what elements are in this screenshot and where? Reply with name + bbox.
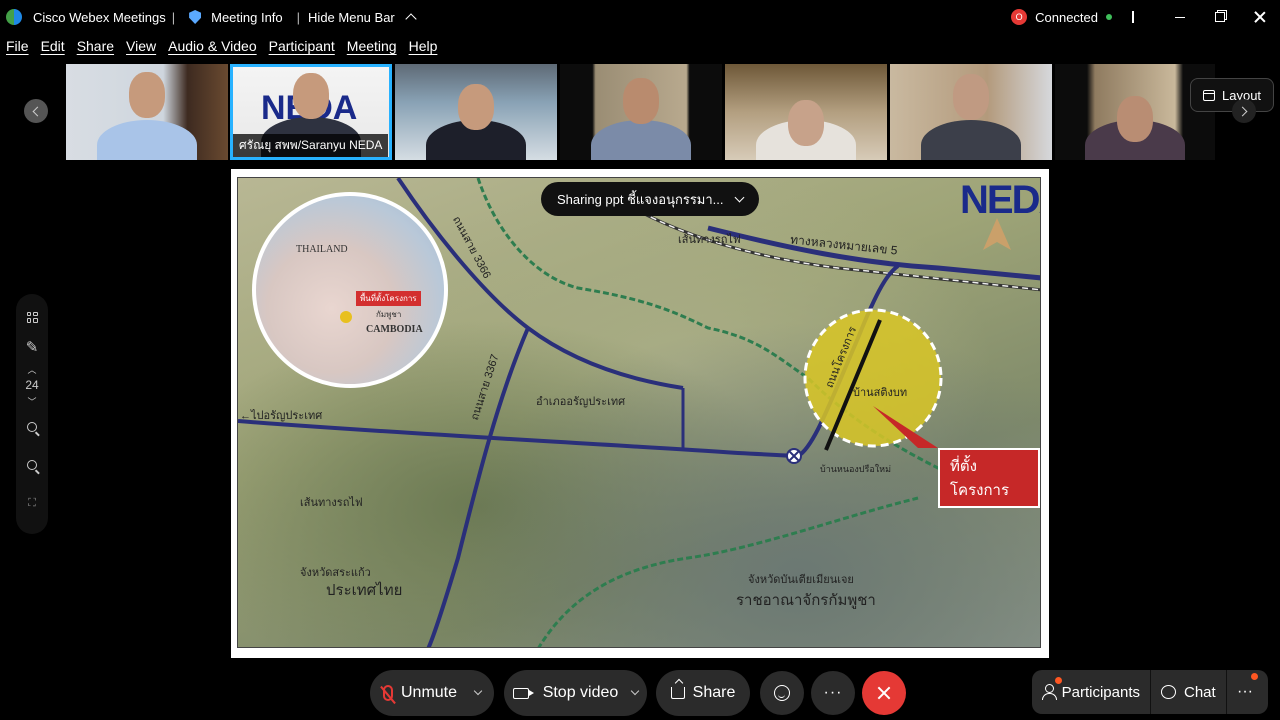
emoji-icon bbox=[774, 685, 790, 701]
menu-share[interactable]: Share bbox=[71, 38, 120, 60]
scroll-right-button[interactable] bbox=[1232, 99, 1256, 123]
menu-view[interactable]: View bbox=[120, 38, 162, 60]
participant-strip: NEDA ศรัณยุ สพพ/Saranyu NEDA Layout bbox=[0, 64, 1280, 160]
menu-participant[interactable]: Participant bbox=[263, 38, 341, 60]
participant-video-6[interactable] bbox=[890, 64, 1052, 160]
menu-file[interactable]: File bbox=[0, 38, 35, 60]
shield-icon bbox=[189, 10, 202, 24]
zoom-in-icon bbox=[27, 422, 37, 432]
chevron-down-icon[interactable] bbox=[473, 686, 483, 696]
grid-icon bbox=[26, 311, 38, 323]
zoom-level: 24 bbox=[25, 378, 39, 392]
connected-dot-icon bbox=[1106, 14, 1112, 20]
share-view-toolbar: ✎ ︿ 24 ﹀ ⛶ bbox=[16, 294, 48, 534]
microphone-muted-icon bbox=[382, 685, 393, 701]
menu-bar: File Edit Share View Audio & Video Parti… bbox=[0, 38, 443, 60]
scroll-left-button[interactable] bbox=[24, 99, 48, 123]
notification-dot bbox=[1055, 677, 1062, 684]
minimize-button[interactable] bbox=[1160, 0, 1200, 34]
share-button[interactable]: Share bbox=[656, 670, 750, 716]
shared-content[interactable]: THAILAND CAMBODIA กัมพูชา พื้นที่ตั้งโคร… bbox=[231, 169, 1049, 658]
unmute-button[interactable]: Unmute bbox=[370, 670, 494, 716]
annotate-button[interactable]: ✎ bbox=[16, 332, 48, 362]
chat-button[interactable]: Chat bbox=[1150, 670, 1226, 714]
chevron-up-icon bbox=[405, 13, 417, 25]
meeting-info-button[interactable]: Meeting Info bbox=[189, 10, 283, 25]
site-marker-icon bbox=[340, 311, 352, 323]
chevron-up-icon: ︿ bbox=[27, 364, 37, 375]
project-site-callout: ที่ตั้งโครงการ bbox=[938, 448, 1040, 508]
chat-icon bbox=[1161, 685, 1176, 699]
participant-video-4[interactable] bbox=[560, 64, 722, 160]
fit-window-button[interactable]: ⛶ bbox=[16, 488, 48, 518]
annotate-icon: ✎ bbox=[25, 339, 39, 356]
maximize-button[interactable] bbox=[1200, 0, 1240, 34]
close-icon bbox=[877, 686, 891, 700]
chevron-left-icon bbox=[32, 106, 43, 116]
fit-window-icon: ⛶ bbox=[28, 496, 36, 509]
thumbnail-view-button[interactable] bbox=[16, 302, 48, 332]
stop-video-button[interactable]: Stop video bbox=[504, 670, 647, 716]
end-meeting-button[interactable] bbox=[862, 671, 906, 715]
participant-video-7[interactable] bbox=[1055, 64, 1215, 160]
zoom-out-button[interactable] bbox=[16, 450, 48, 480]
zoom-up-button[interactable]: ︿ bbox=[16, 362, 48, 376]
participants-button[interactable]: Participants bbox=[1032, 670, 1150, 714]
hide-menu-bar-button[interactable]: Hide Menu Bar bbox=[308, 10, 417, 25]
title-bar: Cisco Webex Meetings | Meeting Info | Hi… bbox=[0, 0, 1280, 34]
webex-logo-icon bbox=[6, 9, 22, 25]
zoom-in-button[interactable] bbox=[16, 412, 48, 442]
more-options-button[interactable]: ··· bbox=[811, 671, 855, 715]
participant-video-5[interactable] bbox=[725, 64, 887, 160]
connection-status: Connected bbox=[1035, 9, 1098, 25]
menu-meeting[interactable]: Meeting bbox=[341, 38, 403, 60]
chevron-down-icon: ﹀ bbox=[27, 396, 37, 407]
panel-controls: Participants Chat ··· bbox=[1032, 670, 1268, 714]
minimize-icon bbox=[1175, 16, 1185, 18]
zoom-down-button[interactable]: ﹀ bbox=[16, 394, 48, 408]
meeting-controls: Unmute Stop video Share ··· Participants… bbox=[0, 668, 1280, 720]
menu-audio-video[interactable]: Audio & Video bbox=[162, 38, 262, 60]
app-title: Cisco Webex Meetings bbox=[6, 9, 166, 25]
reactions-button[interactable] bbox=[760, 671, 804, 715]
divider bbox=[1132, 11, 1134, 23]
active-speaker-label: ศรัณยุ สพพ/Saranyu NEDA bbox=[233, 134, 389, 157]
chevron-down-icon[interactable] bbox=[631, 686, 640, 696]
chevron-right-icon bbox=[1237, 106, 1248, 116]
location-inset-map: THAILAND CAMBODIA กัมพูชา พื้นที่ตั้งโคร… bbox=[252, 192, 448, 388]
inset-site-label: พื้นที่ตั้งโครงการ bbox=[356, 291, 421, 306]
participant-video-2[interactable]: NEDA ศรัณยุ สพพ/Saranyu NEDA bbox=[230, 64, 392, 160]
share-icon bbox=[670, 687, 685, 699]
menu-edit[interactable]: Edit bbox=[35, 38, 71, 60]
menu-help[interactable]: Help bbox=[403, 38, 444, 60]
participants-icon bbox=[1042, 684, 1057, 700]
neda-logo: NEDA bbox=[960, 178, 1040, 222]
recording-icon[interactable]: O bbox=[1011, 9, 1028, 25]
layout-icon bbox=[1203, 89, 1215, 101]
participant-video-1[interactable] bbox=[66, 64, 228, 160]
chevron-down-icon bbox=[734, 192, 744, 202]
project-map: THAILAND CAMBODIA กัมพูชา พื้นที่ตั้งโคร… bbox=[237, 177, 1041, 648]
more-panels-button[interactable]: ··· bbox=[1226, 670, 1268, 714]
maximize-icon bbox=[1215, 12, 1225, 22]
participant-video-3[interactable] bbox=[395, 64, 557, 160]
close-window-button[interactable] bbox=[1240, 0, 1280, 34]
notification-dot bbox=[1251, 673, 1258, 680]
camera-icon bbox=[512, 687, 534, 699]
sharing-banner[interactable]: Sharing ppt ชี้แจงอนุกรรมา... bbox=[541, 182, 759, 216]
close-icon bbox=[1254, 11, 1266, 23]
zoom-out-icon bbox=[27, 460, 37, 470]
